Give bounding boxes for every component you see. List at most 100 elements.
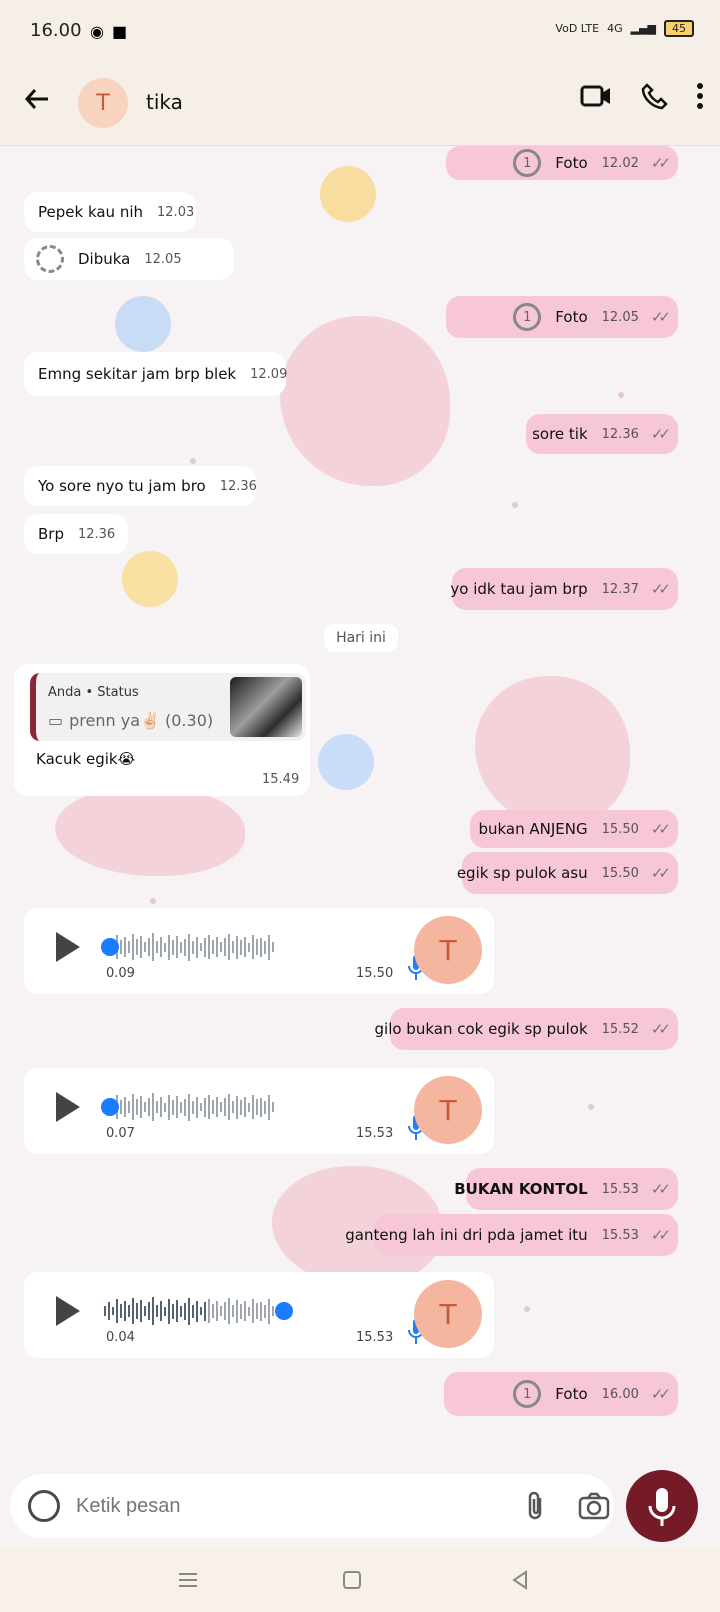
voice-elapsed: 0.07	[106, 1126, 135, 1141]
read-receipt-icon: ✓✓	[650, 864, 671, 882]
voice-progress-dot[interactable]	[101, 938, 119, 956]
video-call-icon[interactable]	[580, 84, 612, 108]
message-time: 12.03	[157, 204, 195, 220]
message-time: 12.05	[601, 309, 639, 325]
waveform-bar	[172, 1303, 174, 1319]
waveform-bar	[148, 1098, 150, 1116]
back-nav-icon[interactable]	[506, 1566, 534, 1594]
waveform-bar	[228, 1298, 230, 1324]
voice-time: 15.50	[356, 966, 394, 981]
waveform-bar	[240, 939, 242, 955]
message-time: 15.49	[262, 772, 300, 787]
voice-progress-dot[interactable]	[275, 1302, 293, 1320]
waveform-bar	[180, 1101, 182, 1113]
status-indicators: VoD LTE 4G ▂▄▆ 45	[555, 20, 694, 37]
waveform-bar	[260, 1301, 262, 1321]
home-nav-icon[interactable]	[338, 1566, 366, 1594]
outgoing-message[interactable]: yo idk tau jam brp 12.37 ✓✓	[450, 568, 678, 610]
waveform-bar	[204, 1301, 206, 1321]
waveform-bar	[176, 1300, 178, 1322]
waveform-bar	[168, 1094, 170, 1120]
message-time: 12.36	[77, 526, 116, 542]
play-icon[interactable]	[54, 1090, 82, 1124]
voice-message[interactable]: 0.04 15.53 T	[24, 1272, 494, 1358]
voice-message[interactable]: 0.07 15.53 T	[24, 1068, 494, 1154]
emoji-icon[interactable]	[28, 1490, 60, 1522]
waveform-bar	[256, 1303, 258, 1319]
outgoing-message[interactable]: 1 Foto 12.02 ✓✓	[446, 146, 678, 180]
waveform-bar	[244, 937, 246, 957]
outgoing-message[interactable]: BUKAN KONTOL 15.53 ✓✓	[454, 1168, 678, 1210]
waveform-bar	[180, 941, 182, 953]
message-text: BUKAN KONTOL	[454, 1180, 588, 1198]
voice-waveform[interactable]	[104, 1092, 404, 1122]
read-receipt-icon: ✓✓	[650, 1020, 671, 1038]
message-time: 15.50	[601, 821, 639, 837]
waveform-bar	[136, 1303, 138, 1319]
waveform-bar	[160, 1301, 162, 1321]
outgoing-message[interactable]: gilo bukan cok egik sp pulok 15.52 ✓✓	[375, 1008, 678, 1050]
voice-message[interactable]: 0.09 15.50 T	[24, 908, 494, 994]
status-reply-card[interactable]: Anda • Status ▭ prenn ya✌🏻 (0.30)	[30, 673, 306, 741]
waveform-bar	[160, 937, 162, 957]
incoming-reply-message[interactable]: Anda • Status ▭ prenn ya✌🏻 (0.30) Kacuk e…	[14, 664, 310, 796]
outgoing-message[interactable]: ganteng lah ini dri pda jamet itu 15.53 ✓✓	[345, 1214, 678, 1256]
play-icon[interactable]	[54, 1294, 82, 1328]
play-icon[interactable]	[54, 930, 82, 964]
incoming-message[interactable]: Dibuka 12.05	[24, 238, 234, 280]
waveform-bar	[112, 1307, 114, 1315]
read-receipt-icon: ✓✓	[650, 425, 671, 443]
waveform-bar	[208, 935, 210, 959]
waveform-bar	[128, 941, 130, 953]
chat-area[interactable]: 1 Foto 12.02 ✓✓ Pepek kau nih 12.03 Dibuka 12…	[0, 146, 720, 1548]
outgoing-message[interactable]: bukan ANJENG 15.50 ✓✓	[470, 810, 678, 848]
voice-waveform[interactable]	[104, 932, 404, 962]
voice-record-button[interactable]	[626, 1470, 698, 1542]
message-time: 12.36	[601, 426, 639, 442]
waveform-bar	[220, 1102, 222, 1112]
waveform-bar	[128, 1101, 130, 1113]
signal-icon: ▂▄▆	[630, 22, 656, 35]
back-arrow-icon[interactable]	[20, 82, 54, 116]
status-time: 16.00	[30, 20, 82, 41]
waveform-bar	[184, 1098, 186, 1116]
waveform-bar	[248, 942, 250, 952]
contact-name[interactable]: tika	[146, 90, 183, 114]
incoming-message[interactable]: Emng sekitar jam brp blek 12.09	[24, 352, 287, 396]
more-options-icon[interactable]	[696, 82, 704, 110]
attach-icon[interactable]	[526, 1490, 546, 1522]
waveform-bar	[132, 1094, 134, 1120]
notification-icon: ■	[111, 22, 128, 41]
waveform-bar	[204, 1097, 206, 1117]
message-input[interactable]	[76, 1492, 466, 1520]
outgoing-message[interactable]: egik sp pulok asu 15.50 ✓✓	[457, 852, 678, 894]
voice-elapsed: 0.09	[106, 966, 135, 981]
waveform-bar	[164, 1306, 166, 1316]
voice-progress-dot[interactable]	[101, 1098, 119, 1116]
waveform-bar	[272, 942, 274, 952]
waveform-bar	[200, 943, 202, 951]
outgoing-message[interactable]: 1 Foto 16.00 ✓✓	[444, 1372, 678, 1416]
voice-waveform[interactable]	[104, 1296, 404, 1326]
message-time: 12.05	[144, 251, 182, 267]
waveform-bar	[216, 1097, 218, 1117]
waveform-bar	[116, 1299, 118, 1323]
outgoing-message[interactable]: 1 Foto 12.05 ✓✓	[446, 296, 678, 338]
status-app-icons: ◉ ■	[90, 22, 127, 41]
waveform-bar	[156, 941, 158, 953]
incoming-message[interactable]: Yo sore nyo tu jam bro 12.36	[24, 466, 257, 506]
phone-call-icon[interactable]	[640, 82, 668, 110]
menu-nav-icon[interactable]	[174, 1566, 202, 1594]
camera-icon[interactable]	[578, 1492, 610, 1520]
outgoing-message[interactable]: sore tik 12.36 ✓✓	[526, 414, 678, 454]
waveform-bar	[268, 934, 270, 960]
waveform-bar	[268, 1094, 270, 1120]
waveform-bar	[120, 1100, 122, 1114]
waveform-bar	[256, 1099, 258, 1115]
contact-avatar[interactable]: T	[78, 78, 128, 128]
incoming-message[interactable]: Brp 12.36	[24, 514, 128, 554]
waveform-bar	[212, 1100, 214, 1114]
network-right: 4G	[607, 22, 623, 35]
message-time: 12.02	[601, 155, 639, 171]
incoming-message[interactable]: Pepek kau nih 12.03	[24, 192, 196, 232]
